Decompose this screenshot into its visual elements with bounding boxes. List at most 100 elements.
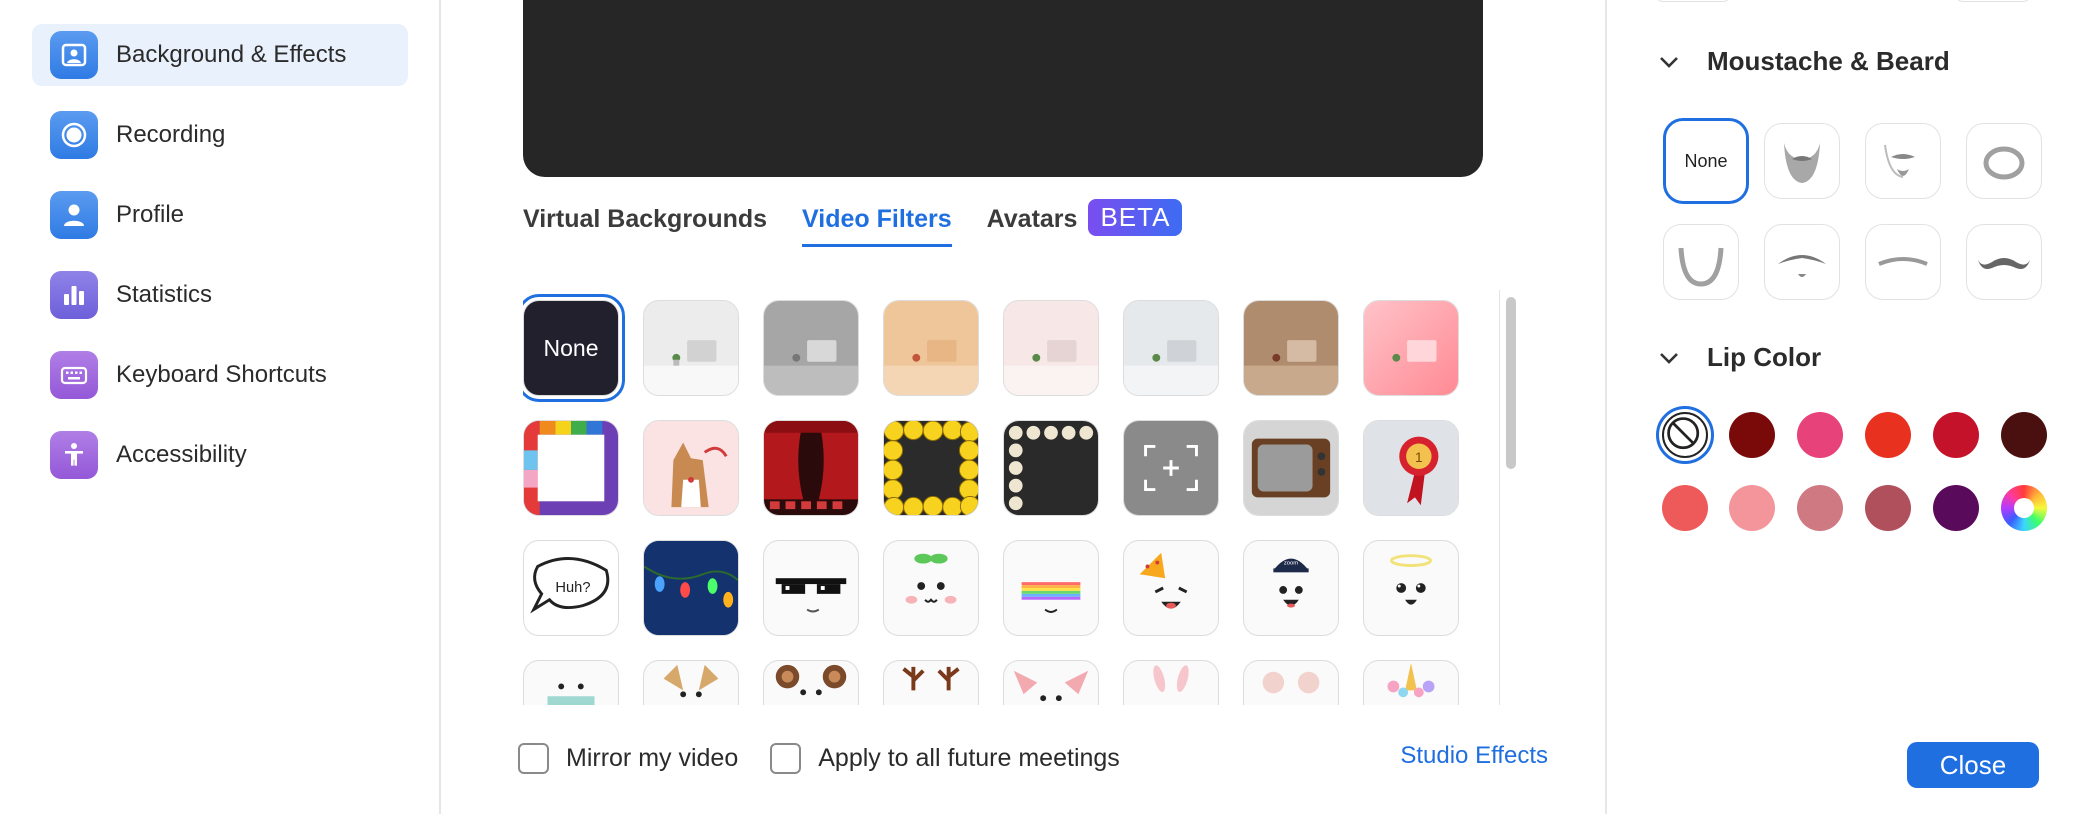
tab-avatars[interactable]: Avatars [987, 205, 1078, 244]
sidebar-item-statistics[interactable]: Statistics [32, 264, 408, 326]
mirror-video-label: Mirror my video [566, 743, 739, 772]
filter-dog-ears[interactable] [643, 660, 739, 705]
studio-effects-link[interactable]: Studio Effects [1400, 742, 1548, 770]
filter-white-room[interactable] [643, 300, 739, 396]
lip-color-section-header[interactable]: Lip Color [1657, 342, 1821, 373]
sidebar-item-label: Keyboard Shortcuts [116, 361, 327, 388]
filter-rainbow-halo[interactable] [1003, 540, 1099, 636]
filter-pig-ears[interactable] [1003, 660, 1099, 705]
beard-option-none[interactable]: None [1663, 118, 1749, 204]
sidebar-item-accessibility[interactable]: Accessibility [32, 424, 408, 486]
beard-option-goatee[interactable] [1865, 123, 1941, 199]
beard-option-circle-beard[interactable] [1966, 123, 2042, 199]
chevron-down-icon [1660, 352, 1678, 364]
sidebar-item-label: Background & Effects [116, 41, 347, 68]
chin-strap-icon [1678, 247, 1724, 287]
beard-option-walrus-moustache[interactable] [1764, 224, 1840, 300]
beard-option-chin-strap[interactable] [1663, 224, 1739, 300]
sidebar-item-recording[interactable]: Recording [32, 104, 408, 166]
filter-party-hat-face[interactable] [1123, 540, 1219, 636]
options-footer: Mirror my video Apply to all future meet… [518, 738, 1548, 778]
filter-mouse-ears[interactable] [1243, 660, 1339, 705]
lip-color-maroon[interactable] [2001, 412, 2047, 458]
apply-future-meetings-checkbox[interactable] [770, 742, 802, 774]
lip-color-none[interactable] [1656, 406, 1714, 464]
circle-beard-icon [1983, 146, 2025, 180]
filter-reindeer-antlers[interactable] [883, 660, 979, 705]
lip-color-crimson[interactable] [1933, 412, 1979, 458]
filter-speech-bubble-huh[interactable]: Huh? [523, 540, 619, 636]
filter-award-ribbon[interactable]: 1 [1363, 420, 1459, 516]
filter-bear-ears[interactable] [763, 660, 859, 705]
filter-light-gray-room[interactable] [1123, 300, 1219, 396]
lip-color-dark-red[interactable] [1729, 412, 1775, 458]
lip-color-mauve[interactable] [1865, 485, 1911, 531]
filter-gray-room[interactable] [763, 300, 859, 396]
filter-pixel-sunglasses[interactable] [763, 540, 859, 636]
keyboard-icon [50, 351, 98, 399]
apply-future-meetings-label: Apply to all future meetings [818, 743, 1120, 772]
walrus-moustache-icon [1778, 255, 1826, 277]
lip-color-coral[interactable] [1662, 485, 1708, 531]
filter-unicorn-horn[interactable] [1363, 660, 1459, 705]
background-effects-icon [50, 31, 98, 79]
filter-none-label: None [543, 334, 599, 361]
filter-grid-viewport: None 1 Huh? zoom [523, 290, 1523, 705]
beard-none-label: None [1684, 150, 1728, 171]
no-color-icon [1667, 417, 1700, 450]
sidebar-item-label: Accessibility [116, 441, 247, 468]
moustache-section-header[interactable]: Moustache & Beard [1657, 46, 1950, 77]
sidebar-item-label: Statistics [116, 281, 213, 308]
lip-color-red-orange[interactable] [1865, 412, 1911, 458]
beard-option-thin-moustache[interactable] [1865, 224, 1941, 300]
lip-color-plum[interactable] [1933, 485, 1979, 531]
filter-corgi-sticker[interactable] [643, 420, 739, 516]
eyebrow-option-partial[interactable] [1655, 0, 1731, 2]
chevron-down-icon [1660, 56, 1678, 68]
statistics-icon [50, 271, 98, 319]
settings-window: Background & Effects Recording Profile S… [0, 0, 2076, 814]
filter-brown-room[interactable] [1243, 300, 1339, 396]
goatee-icon [1884, 144, 1915, 178]
filter-none[interactable]: None [523, 294, 625, 402]
svg-text:1: 1 [1415, 450, 1423, 465]
color-wheel-center [2014, 498, 2034, 518]
filter-sprout-face[interactable] [883, 540, 979, 636]
tab-virtual-backgrounds[interactable]: Virtual Backgrounds [523, 205, 767, 244]
close-button[interactable]: Close [1907, 742, 2039, 788]
filter-retro-tv[interactable] [1243, 420, 1339, 516]
mirror-video-checkbox[interactable] [518, 742, 549, 774]
lip-color-pink[interactable] [1797, 412, 1843, 458]
filter-bunny-ears[interactable] [1123, 660, 1219, 705]
lip-color-custom-picker[interactable] [2001, 485, 2047, 531]
filter-pink-gradient-room[interactable] [1363, 300, 1459, 396]
beard-option-handlebar-moustache[interactable] [1966, 224, 2042, 300]
filter-angel-halo-face[interactable] [1363, 540, 1459, 636]
filter-zoom-cap-face[interactable]: zoom [1243, 540, 1339, 636]
filter-face-mask[interactable] [523, 660, 619, 705]
sidebar-item-keyboard-shortcuts[interactable]: Keyboard Shortcuts [32, 344, 408, 406]
studio-effects-panel: Moustache & Beard None Lip Color Close [1605, 0, 2076, 814]
filter-bulb-frame[interactable] [1003, 420, 1099, 516]
filter-grid: None 1 Huh? zoom [523, 294, 1459, 705]
filter-pink-light-room[interactable] [1003, 300, 1099, 396]
filter-beige-room[interactable] [883, 300, 979, 396]
filter-emoji-frame[interactable] [883, 420, 979, 516]
beard-option-full-beard[interactable] [1764, 123, 1840, 199]
effects-tabs: Virtual Backgrounds Video Filters Avatar… [523, 199, 1183, 257]
filter-scrollbar-thumb[interactable] [1506, 297, 1516, 469]
lip-color-dusty-rose[interactable] [1797, 485, 1843, 531]
eyebrow-option-partial[interactable] [1955, 0, 2031, 2]
filter-holiday-lights[interactable] [643, 540, 739, 636]
sidebar-item-background-effects[interactable]: Background & Effects [32, 24, 408, 86]
sidebar-item-profile[interactable]: Profile [32, 184, 408, 246]
tab-video-filters[interactable]: Video Filters [802, 205, 952, 247]
video-preview [523, 0, 1483, 177]
handlebar-moustache-icon [1978, 258, 2030, 269]
filter-camera-focus-frame[interactable] [1123, 420, 1219, 516]
sidebar-item-label: Recording [116, 121, 226, 148]
filter-rainbow-frame[interactable] [523, 420, 619, 516]
accessibility-icon [50, 431, 98, 479]
filter-theater-curtain[interactable] [763, 420, 859, 516]
lip-color-light-pink[interactable] [1729, 485, 1775, 531]
